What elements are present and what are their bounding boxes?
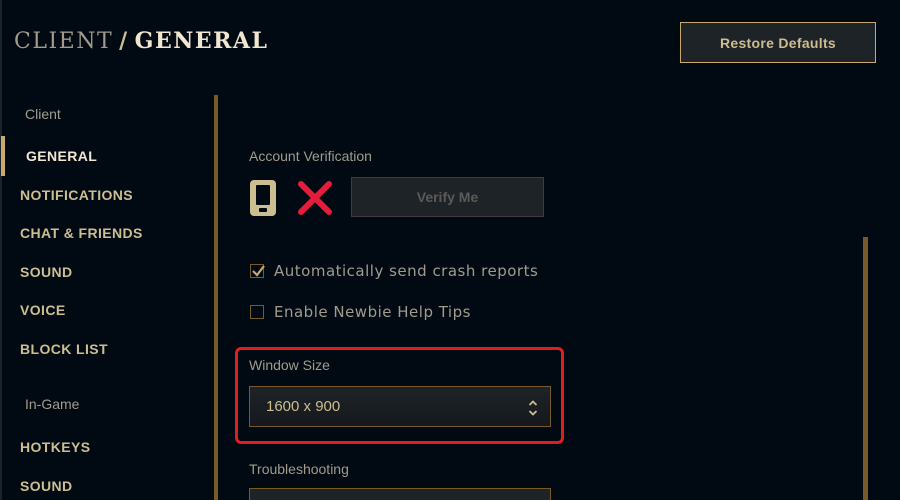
account-verification-label: Account Verification [249, 148, 372, 164]
x-icon [298, 181, 332, 215]
sidebar-item-hotkeys[interactable]: HOTKEYS [20, 439, 90, 455]
window-size-select[interactable]: 1600 x 900 [249, 386, 551, 427]
sidebar-item-voice[interactable]: VOICE [20, 302, 66, 318]
chevron-updown-icon [528, 400, 538, 416]
sidebar-item-chat-friends[interactable]: CHAT & FRIENDS [20, 225, 143, 241]
crash-reports-checkbox[interactable] [250, 264, 265, 278]
checkmark-icon [252, 265, 265, 277]
sidebar-item-ingame-sound[interactable]: SOUND [20, 478, 73, 494]
breadcrumb-separator: / [119, 28, 129, 54]
phone-icon [250, 180, 276, 216]
crash-reports-label: Automatically send crash reports [274, 262, 539, 280]
sidebar-section-ingame: In-Game [25, 396, 80, 412]
content-scrollbar[interactable] [863, 237, 868, 500]
window-frame-left [0, 0, 2, 500]
sidebar-section-client: Client [25, 106, 61, 122]
restore-defaults-button[interactable]: Restore Defaults [680, 22, 876, 63]
sidebar-item-sound[interactable]: SOUND [20, 264, 73, 280]
sidebar-item-notifications[interactable]: NOTIFICATIONS [20, 187, 133, 203]
troubleshooting-select[interactable] [249, 488, 551, 500]
breadcrumb-current: GENERAL [134, 28, 269, 54]
sidebar-item-general[interactable]: GENERAL [26, 148, 97, 164]
sidebar-item-block-list[interactable]: BLOCK LIST [20, 341, 108, 357]
troubleshooting-label: Troubleshooting [249, 461, 349, 477]
breadcrumb-client: CLIENT [14, 29, 114, 54]
window-size-value: 1600 x 900 [266, 398, 341, 415]
sidebar-scrollbar[interactable] [214, 95, 218, 500]
window-size-label: Window Size [249, 357, 330, 373]
verify-me-button[interactable]: Verify Me [351, 177, 544, 217]
newbie-tips-checkbox[interactable] [250, 305, 264, 319]
page-title: CLIENT / GENERAL [14, 28, 268, 54]
active-indicator [1, 136, 5, 176]
newbie-tips-label: Enable Newbie Help Tips [274, 303, 471, 321]
